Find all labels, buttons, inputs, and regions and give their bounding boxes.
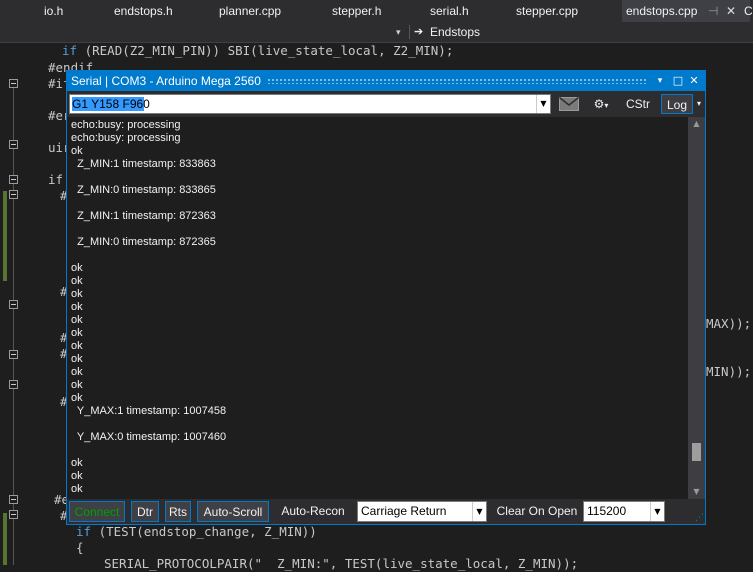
close-icon[interactable]: ✕	[687, 71, 701, 91]
autorecon-toggle[interactable]: Auto-Recon	[275, 501, 351, 522]
tab-planner-cpp[interactable]: planner.cpp	[219, 0, 281, 22]
output-line: ok	[71, 145, 83, 157]
tab-stepper-cpp[interactable]: stepper.cpp	[516, 0, 578, 22]
tab-serial-h[interactable]: serial.h	[430, 0, 469, 22]
tab-overflow[interactable]: C	[744, 0, 753, 22]
dtr-toggle[interactable]: Dtr	[131, 501, 159, 522]
output-line: ok	[71, 392, 83, 404]
output-line: ok	[71, 275, 83, 287]
resize-grip-icon[interactable]: ⋰	[695, 513, 704, 523]
log-dropdown-arrow-icon[interactable]: ▾	[694, 94, 704, 114]
line-ending-select[interactable]: Carriage Return ▼	[357, 501, 487, 522]
serial-monitor-window: Serial | COM3 - Arduino Mega 2560 ▾ □ ✕ …	[66, 70, 706, 525]
baud-rate-select[interactable]: 115200 ▼	[583, 501, 665, 522]
send-mail-icon[interactable]	[557, 94, 581, 114]
close-tab-icon[interactable]: ✕	[726, 0, 736, 22]
fold-toggle-icon[interactable]	[9, 190, 18, 199]
window-menu-icon[interactable]: ▾	[653, 71, 667, 91]
output-line: Y_MAX:0 timestamp: 1007460	[71, 431, 227, 443]
fold-toggle-icon[interactable]	[9, 79, 18, 88]
baud-rate-value: 115200	[587, 504, 627, 518]
command-row: ▼ ⚙▾ CStr Log ▾	[67, 91, 705, 117]
scrollbar-thumb[interactable]	[692, 443, 701, 462]
scroll-down-arrow-icon[interactable]: ▼	[688, 485, 705, 499]
cstr-button[interactable]: CStr	[623, 94, 653, 114]
code-line[interactable]: if	[48, 172, 63, 188]
pin-icon[interactable]: ⊣	[708, 0, 718, 22]
tab-endstops-cpp-label: endstops.cpp	[626, 4, 698, 18]
line-ending-value: Carriage Return	[361, 504, 447, 518]
tab-stepper-h[interactable]: stepper.h	[332, 0, 381, 22]
tab-io-h[interactable]: io.h	[44, 0, 63, 22]
output-line: ok	[71, 353, 83, 365]
scope-dropdown-arrow-icon[interactable]: ▾	[396, 22, 401, 42]
output-line: ok	[71, 301, 83, 313]
code-text: (READ(Z2_MIN_PIN)) SBI(live_state_local,…	[77, 43, 454, 58]
fold-toggle-icon[interactable]	[9, 300, 18, 309]
command-combo[interactable]: ▼	[69, 94, 551, 114]
output-line: ok	[71, 340, 83, 352]
serial-title-bar[interactable]: Serial | COM3 - Arduino Mega 2560 ▾ □ ✕	[67, 71, 705, 91]
output-line: Z_MIN:1 timestamp: 833863	[71, 158, 216, 170]
serial-output[interactable]: echo:busy: processing echo:busy: processi…	[67, 117, 687, 499]
code-line[interactable]: SERIAL_PROTOCOLPAIR(" Z_MIN:", TEST(live…	[104, 556, 578, 572]
output-line: ok	[71, 327, 83, 339]
output-line: ok	[71, 288, 83, 300]
output-line: Z_MIN:0 timestamp: 872365	[71, 236, 216, 248]
output-line: echo:busy: processing	[71, 132, 181, 144]
rts-toggle[interactable]: Rts	[165, 501, 191, 522]
fold-toggle-icon[interactable]	[9, 380, 18, 389]
code-line[interactable]: MIN));	[706, 364, 751, 380]
autoscroll-toggle[interactable]: Auto-Scroll	[197, 501, 269, 522]
connect-button[interactable]: Connect	[69, 501, 125, 522]
nav-divider	[409, 25, 410, 39]
fold-toggle-icon[interactable]	[9, 495, 18, 504]
output-line: ok	[71, 457, 83, 469]
settings-gear-icon[interactable]: ⚙▾	[585, 94, 617, 114]
arrow-right-icon: ➔	[414, 26, 424, 38]
output-line: Z_MIN:0 timestamp: 833865	[71, 184, 216, 196]
code-line[interactable]: if (READ(Z2_MIN_PIN)) SBI(live_state_loc…	[62, 43, 453, 59]
log-button[interactable]: Log	[661, 94, 693, 114]
navigation-bar: ▾ ➔ Endstops	[0, 22, 753, 43]
serial-title: Serial | COM3 - Arduino Mega 2560	[71, 74, 261, 88]
fold-toggle-icon[interactable]	[9, 510, 18, 519]
fold-toggle-icon[interactable]	[9, 140, 18, 149]
chevron-down-icon[interactable]: ▼	[536, 95, 550, 113]
serial-bottom-toolbar: Connect Dtr Rts Auto-Scroll Auto-Recon C…	[67, 499, 705, 524]
maximize-icon[interactable]: □	[671, 71, 685, 91]
chevron-down-icon[interactable]: ▼	[650, 502, 664, 521]
code-keyword: if	[76, 524, 92, 539]
fold-guide	[13, 88, 14, 565]
code-line[interactable]: MAX));	[706, 316, 751, 332]
tab-endstops-h[interactable]: endstops.h	[114, 0, 173, 22]
fold-toggle-icon[interactable]	[9, 175, 18, 184]
output-line: Z_MIN:1 timestamp: 872363	[71, 210, 216, 222]
output-line: Y_MAX:1 timestamp: 1007458	[71, 405, 227, 417]
output-line: ok	[71, 470, 83, 482]
output-line: ok	[71, 379, 83, 391]
scope-label[interactable]: Endstops	[430, 22, 480, 42]
output-line: ok	[71, 314, 83, 326]
scroll-up-arrow-icon[interactable]: ▲	[688, 117, 705, 131]
output-scrollbar[interactable]: ▲ ▼	[688, 117, 705, 499]
title-drag-grip[interactable]	[267, 78, 647, 84]
clear-on-open-toggle[interactable]: Clear On Open	[495, 501, 579, 522]
command-input[interactable]	[70, 95, 538, 113]
output-line: ok	[71, 262, 83, 274]
chevron-down-icon[interactable]: ▼	[472, 502, 486, 521]
code-keyword: if	[62, 43, 78, 58]
output-line: echo:busy: processing	[71, 119, 181, 131]
code-text: (TEST(endstop_change, Z_MIN))	[91, 524, 317, 539]
output-line: ok	[71, 483, 83, 495]
document-tab-bar: io.h endstops.h planner.cpp stepper.h se…	[0, 0, 753, 22]
change-bar	[3, 513, 7, 565]
code-line[interactable]: if (TEST(endstop_change, Z_MIN))	[76, 524, 317, 540]
change-bar	[3, 191, 7, 281]
fold-toggle-icon[interactable]	[9, 350, 18, 359]
output-line: ok	[71, 366, 83, 378]
code-line[interactable]: {	[76, 540, 84, 556]
